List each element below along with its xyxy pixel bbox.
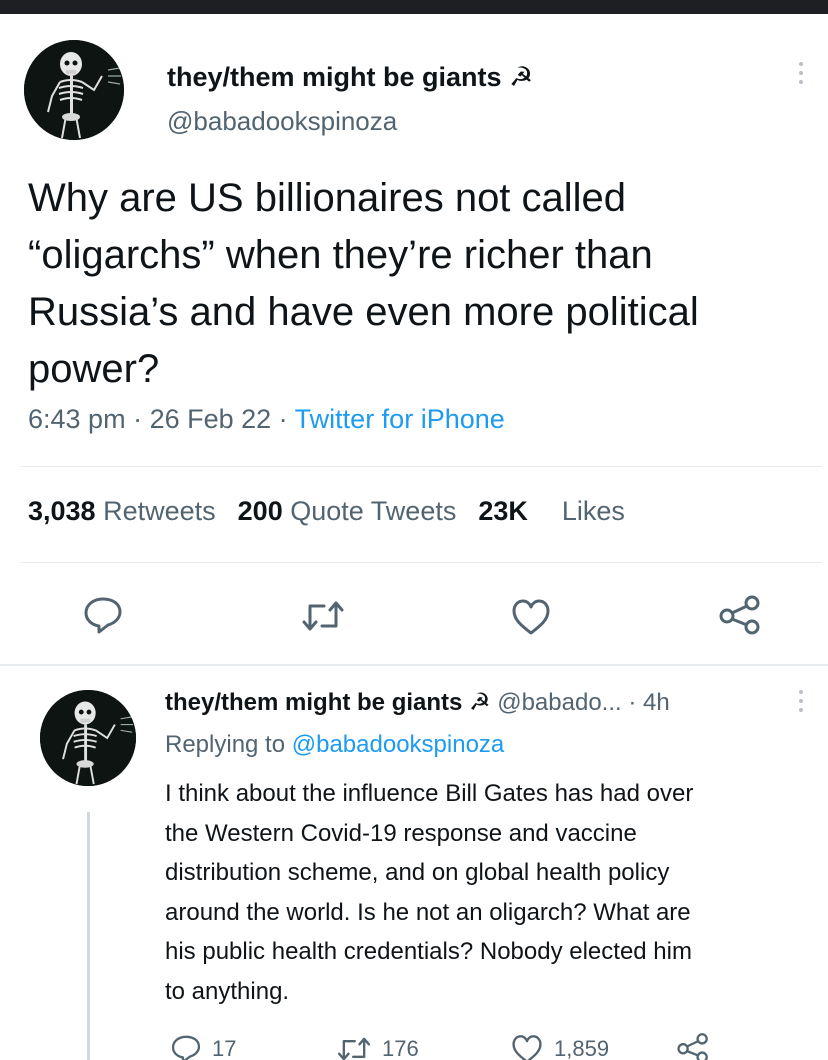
divider <box>20 466 822 467</box>
reply-text-line: the Western Covid-19 response and vaccin… <box>165 819 637 847</box>
avatar[interactable] <box>24 40 124 140</box>
display-name[interactable]: they/them might be giants ☭ <box>167 62 533 93</box>
tweet-text: Why are US billionaires not called “olig… <box>28 170 798 398</box>
reply-icon <box>171 1035 201 1060</box>
retweet-icon <box>302 601 344 631</box>
reply-icon <box>84 597 122 634</box>
skeleton-avatar-icon <box>40 690 136 786</box>
tweet-text-line: Russia’s and have even more political <box>28 290 699 334</box>
tweet-date[interactable]: 26 Feb 22 <box>150 404 272 434</box>
retweets-stat[interactable]: 3,038 Retweets <box>28 496 216 526</box>
reply-retweet-button[interactable]: 176 <box>336 1034 419 1060</box>
like-icon <box>512 599 550 635</box>
likes-stat[interactable]: 23K Likes <box>478 496 625 526</box>
tweet-time[interactable]: 6:43 pm <box>28 404 126 434</box>
likes-label: Likes <box>561 496 625 526</box>
retweet-count: 176 <box>382 1036 419 1060</box>
like-count: 1,859 <box>554 1036 610 1060</box>
reply-handle[interactable]: @babado... <box>497 689 621 716</box>
reply-count: 17 <box>212 1036 237 1060</box>
like-button[interactable] <box>510 598 552 636</box>
reply-like-button[interactable]: 1,859 <box>510 1034 609 1060</box>
reply-reply-button[interactable]: 17 <box>170 1034 236 1060</box>
reply-text: I think about the influence Bill Gates h… <box>165 774 815 1011</box>
tweet-text-line: “oligarchs” when they’re richer than <box>28 233 653 277</box>
tweet-text-line: Why are US billionaires not called <box>28 176 627 220</box>
thread-line <box>87 812 90 1060</box>
retweet-icon <box>337 1037 371 1060</box>
reply-share-button[interactable] <box>676 1032 710 1060</box>
reply-time[interactable]: · 4h <box>628 689 669 716</box>
top-status-bar <box>0 0 828 14</box>
reply-text-line: around the world. Is he not an oligarch?… <box>165 898 691 926</box>
replying-prefix: Replying to <box>165 731 286 758</box>
share-icon <box>719 595 760 635</box>
quote-tweets-stat[interactable]: 200 Quote Tweets <box>238 496 457 526</box>
more-options-icon[interactable] <box>796 62 806 84</box>
divider <box>20 562 822 563</box>
section-divider <box>0 664 828 666</box>
retweets-count: 3,038 <box>28 496 96 526</box>
reply-avatar[interactable] <box>40 690 136 786</box>
share-icon <box>677 1033 708 1060</box>
reply-more-options-icon[interactable] <box>796 690 806 712</box>
quotes-count: 200 <box>237 496 283 526</box>
tweet-meta: 6:43 pm · 26 Feb 22 · Twitter for iPhone <box>28 404 505 434</box>
skeleton-avatar-icon <box>24 40 124 140</box>
quotes-label: Quote Tweets <box>290 496 457 526</box>
reply-text-line: distribution scheme, and on global healt… <box>165 859 670 886</box>
likes-count: 23K <box>478 496 528 526</box>
retweets-label: Retweets <box>103 496 216 526</box>
like-icon <box>512 1035 542 1060</box>
reply-text-line: to anything. <box>165 977 290 1005</box>
tweet-stats: 3,038 Retweets 200 Quote Tweets 23K Likes <box>28 496 625 527</box>
user-handle[interactable]: @babadookspinoza <box>167 106 397 137</box>
reply-button[interactable] <box>82 596 124 634</box>
reply-display-name[interactable]: they/them might be giants ☭ <box>165 689 491 716</box>
share-button[interactable] <box>718 594 762 636</box>
tweet-source[interactable]: Twitter for iPhone <box>295 404 505 434</box>
reply-text-line: I think about the influence Bill Gates h… <box>165 780 694 807</box>
reply-text-line: his public health credentials? Nobody el… <box>165 938 692 965</box>
replying-handle-link[interactable]: @babadookspinoza <box>292 731 505 758</box>
reply-header: they/them might be giants ☭ @babado... ·… <box>165 688 670 717</box>
tweet-text-line: power? <box>28 347 160 391</box>
retweet-button[interactable] <box>300 598 346 634</box>
replying-to: Replying to @babadookspinoza <box>165 731 504 759</box>
